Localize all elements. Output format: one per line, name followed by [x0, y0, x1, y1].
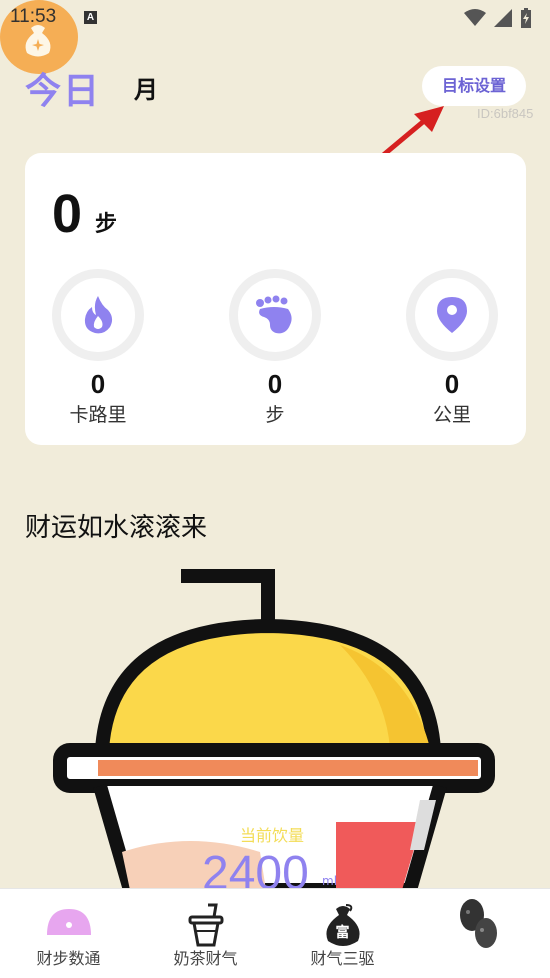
stat-label: 公里	[432, 404, 471, 426]
nav-label: 财步数通	[36, 949, 101, 968]
slogan-text: 财运如水滚滚来	[25, 513, 208, 543]
cup-label: 当前饮量	[240, 826, 305, 845]
stat-calories: 0 卡路里	[48, 269, 148, 427]
stat-value: 0	[444, 369, 460, 399]
money-bag-text: 富	[335, 925, 350, 941]
money-bag-icon	[25, 25, 51, 57]
nav-label: 财气三驱	[310, 949, 375, 968]
battery-icon	[521, 8, 531, 28]
stat-ring	[229, 269, 321, 361]
stat-label: 卡路里	[69, 404, 127, 426]
location-pin-icon	[437, 297, 467, 333]
stat-value: 0	[90, 369, 106, 399]
notification-icon: A	[84, 11, 97, 24]
tab-today[interactable]: 今日	[25, 62, 101, 114]
status-bar: A	[0, 0, 550, 36]
stat-ring	[52, 269, 144, 361]
fire-icon	[84, 296, 113, 334]
stat-steps: 0 步	[225, 269, 325, 427]
figures-icon	[459, 899, 497, 948]
status-icons	[464, 8, 532, 28]
wifi-icon	[464, 9, 486, 26]
bottom-nav: 财步数通 奶茶财气 富 财气三驱	[0, 888, 550, 978]
nav-item-caiqi[interactable]: 富 财气三驱	[274, 889, 411, 978]
stat-label: 步	[265, 404, 285, 426]
stat-value: 0	[267, 369, 283, 399]
tab-month[interactable]: 月	[134, 70, 158, 105]
stat-ring	[406, 269, 498, 361]
steps-value: 0	[52, 184, 83, 244]
cup-unit: ml	[322, 874, 338, 888]
nav-label: 奶茶财气	[173, 949, 238, 968]
pink-circle-icon	[46, 909, 91, 935]
nav-item-caibu[interactable]: 财步数通	[0, 889, 137, 978]
stat-distance: 0 公里	[402, 269, 502, 427]
step-summary-card: 0 步 0 卡路里 0 步 0 公里	[25, 153, 526, 445]
goal-settings-button[interactable]: 目标设置	[422, 66, 526, 106]
nav-item-naicha[interactable]: 奶茶财气	[137, 889, 274, 978]
signal-icon	[494, 9, 512, 27]
steps-unit: 步	[95, 212, 118, 237]
nav-item-figures[interactable]	[411, 889, 548, 978]
milk-tea-cup-icon	[188, 903, 223, 947]
user-id-text: ID:6bf845	[477, 106, 534, 121]
footprint-icon	[256, 295, 292, 334]
